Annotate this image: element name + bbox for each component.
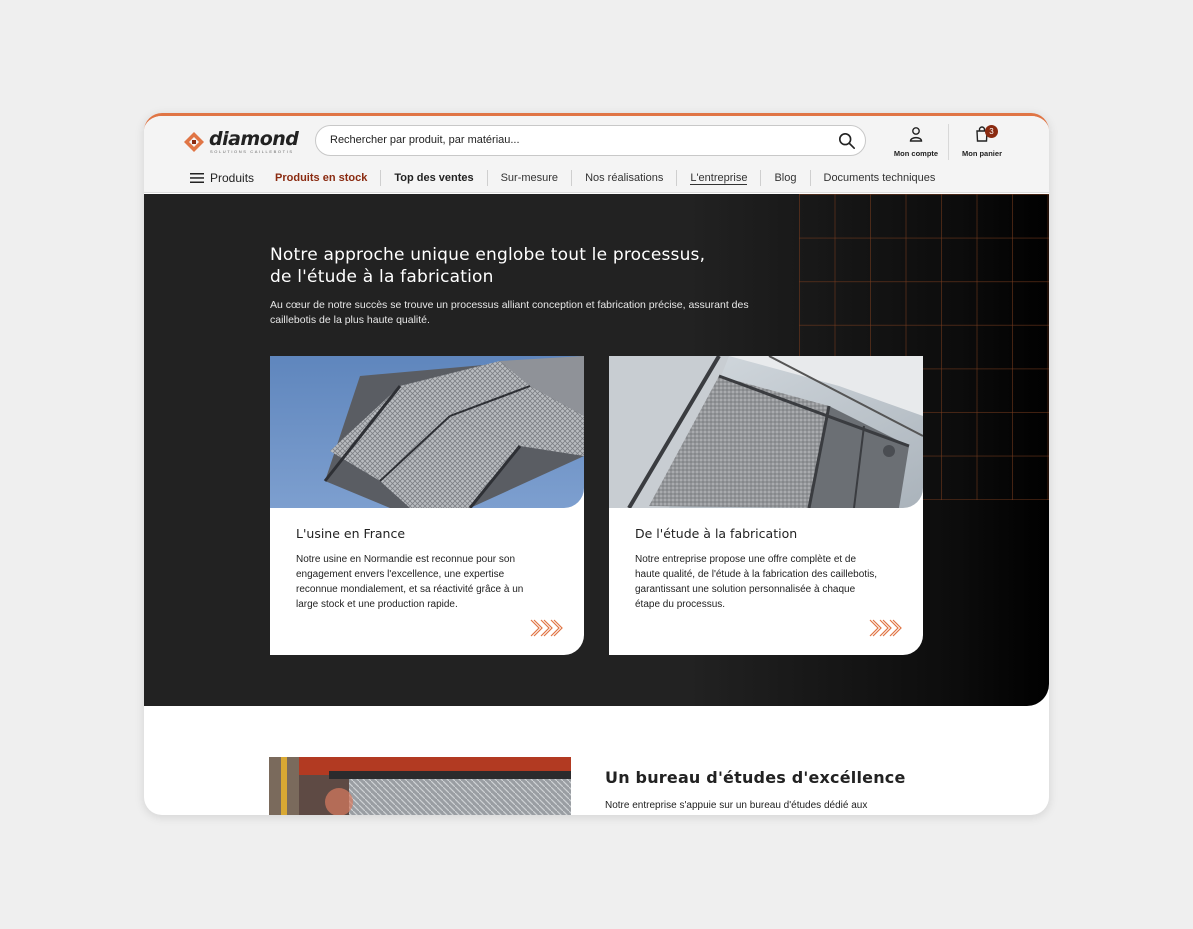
search-icon[interactable]	[838, 132, 856, 150]
header-divider	[948, 124, 949, 160]
process-section: Notre approche unique englobe tout le pr…	[144, 194, 1049, 706]
bureau-etudes-image	[269, 757, 571, 815]
nav-nos-realisations[interactable]: Nos réalisations	[571, 170, 676, 186]
section-title-line1: Notre approche unique englobe tout le pr…	[270, 245, 706, 265]
nav-produits-en-stock[interactable]: Produits en stock	[275, 170, 380, 186]
card-usine-image	[270, 356, 584, 508]
logo-wordmark: diamond	[209, 128, 299, 150]
nav-documents-techniques[interactable]: Documents techniques	[809, 170, 949, 186]
products-menu-label: Produits	[210, 171, 255, 185]
card-etude-image	[609, 356, 923, 508]
section-subtitle: Au cœur de notre succès se trouve un pro…	[270, 299, 749, 326]
search-bar[interactable]: Rechercher par produit, par matériau...	[315, 125, 866, 156]
logo-tagline: SOLUTIONS CAILLEBOTIS	[210, 149, 294, 154]
diamond-logo-icon	[184, 132, 204, 152]
section-title: Notre approche unique englobe tout le pr…	[270, 244, 790, 288]
browser-frame: diamond SOLUTIONS CAILLEBOTIS Rechercher…	[144, 113, 1049, 815]
nav-blog[interactable]: Blog	[760, 170, 809, 186]
card-text: Notre entreprise propose une offre compl…	[635, 554, 878, 610]
main-nav: Produits Produits en stock Top des vente…	[190, 169, 948, 187]
bureau-text: Notre entreprise s'appuie sur un bureau …	[605, 800, 868, 811]
chevrons-right-icon[interactable]	[869, 619, 903, 637]
account-button[interactable]: Mon compte	[892, 126, 940, 158]
card-text: Notre usine en Normandie est reconnue po…	[296, 554, 524, 610]
nav-sur-mesure[interactable]: Sur-mesure	[486, 170, 571, 186]
products-menu-button[interactable]: Produits	[190, 171, 254, 185]
chevrons-right-icon[interactable]	[530, 619, 564, 637]
nav-top-des-ventes[interactable]: Top des ventes	[380, 170, 486, 186]
search-input[interactable]: Rechercher par produit, par matériau...	[330, 134, 520, 146]
card-usine[interactable]: L'usine en France Notre usine en Normand…	[270, 356, 584, 655]
card-title: De l'étude à la fabrication	[635, 526, 798, 541]
user-icon	[909, 127, 923, 142]
bureau-title: Un bureau d'études d'excéllence	[605, 768, 906, 787]
nav-entreprise-label: L'entreprise	[690, 172, 748, 185]
account-label: Mon compte	[893, 149, 939, 158]
card-title: L'usine en France	[296, 526, 406, 541]
card-etude[interactable]: De l'étude à la fabrication Notre entrep…	[609, 356, 923, 655]
nav-entreprise[interactable]: L'entreprise	[676, 170, 760, 186]
cart-count-badge: 3	[985, 125, 998, 138]
hamburger-icon	[190, 173, 204, 183]
cart-button[interactable]: 3 Mon panier	[957, 125, 1007, 158]
cart-label: Mon panier	[961, 149, 1002, 158]
site-header: diamond SOLUTIONS CAILLEBOTIS Rechercher…	[144, 116, 1049, 193]
section-title-line2: de l'étude à la fabrication	[270, 267, 494, 287]
